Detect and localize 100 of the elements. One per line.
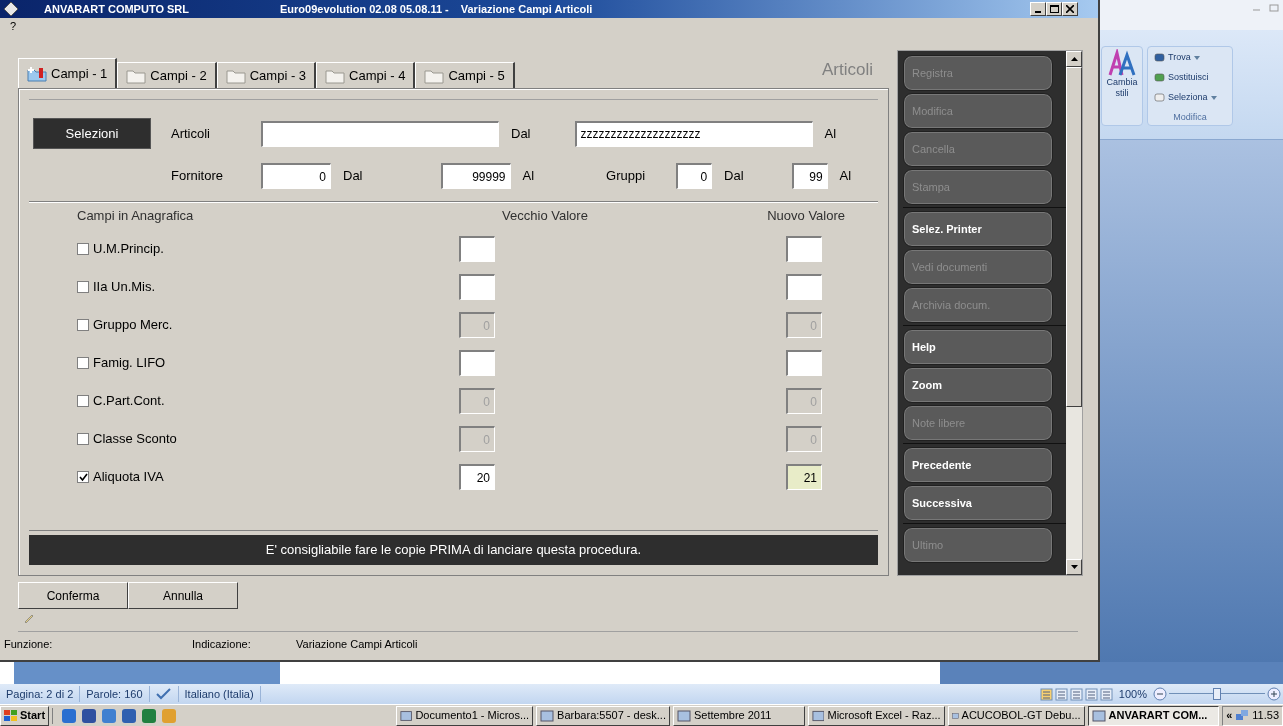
quick-launch-icon[interactable] — [141, 707, 158, 724]
close-button[interactable] — [1062, 2, 1078, 16]
label-text: Al — [839, 167, 852, 186]
text-field[interactable]: 0 — [676, 163, 713, 189]
tray-toggle[interactable]: « — [1226, 707, 1233, 724]
label-text: Indicazione: — [192, 636, 252, 652]
zoom-level: 100% — [1118, 686, 1147, 702]
field-label: Classe Sconto — [93, 430, 178, 449]
taskbar-task[interactable]: Documento1 - Micros... — [396, 705, 534, 726]
pencil-icon — [24, 613, 34, 623]
tab[interactable]: Campi - 2 — [117, 62, 217, 88]
zoom-slider[interactable] — [1169, 687, 1265, 701]
ribbon-item-icon — [1154, 72, 1165, 83]
sidebar-button[interactable]: Zoom — [903, 367, 1053, 403]
folder-bookmark-icon — [27, 65, 47, 82]
letters-icon — [1108, 49, 1136, 77]
label-text: Dal — [343, 167, 363, 186]
tab[interactable]: Campi - 3 — [216, 62, 317, 88]
view-mode-icon[interactable] — [1069, 687, 1083, 701]
action-button[interactable]: Conferma — [18, 582, 128, 609]
checkbox[interactable] — [77, 319, 89, 331]
taskbar-task[interactable]: Barbara:5507 - desk... — [536, 705, 670, 726]
text-field[interactable]: 99999 — [440, 163, 511, 189]
app-icon — [676, 708, 691, 723]
checkbox[interactable] — [77, 243, 89, 255]
taskbar-task[interactable]: ANVARART COM... — [1087, 705, 1220, 726]
group-label: Modifica — [1172, 111, 1208, 124]
taskbar-task[interactable]: Microsoft Excel - Raz... — [807, 705, 945, 726]
view-mode-icon[interactable] — [1084, 687, 1098, 701]
ribbon-button-label: Trova — [1168, 50, 1191, 64]
close-icon[interactable] — [1066, 5, 1074, 13]
text-field[interactable]: 99 — [791, 163, 828, 189]
minimize-button[interactable] — [1030, 2, 1046, 16]
checkbox[interactable] — [77, 357, 89, 369]
proofing-icon[interactable] — [155, 688, 172, 700]
quick-launch-icon[interactable] — [121, 707, 138, 724]
ribbon-button[interactable]: Sostituisci — [1154, 69, 1232, 86]
ribbon-button[interactable]: Trova — [1154, 49, 1232, 66]
text-field[interactable]: 0 — [261, 163, 331, 189]
checkbox[interactable] — [77, 395, 89, 407]
text-field[interactable]: 20 — [459, 464, 495, 490]
status-text: Parole: 160 — [80, 685, 150, 703]
view-mode-icon[interactable] — [1039, 687, 1053, 701]
field-label: U.M.Princip. — [93, 240, 165, 259]
scroll-up-icon[interactable] — [1070, 57, 1078, 61]
sidebar-button[interactable]: Help — [903, 329, 1053, 365]
sidebar-button[interactable]: Precedente — [903, 447, 1053, 483]
zoom-in-icon[interactable] — [1267, 687, 1281, 701]
text-field[interactable] — [459, 274, 495, 300]
text-field[interactable] — [786, 350, 822, 376]
label-text: Articoli — [171, 124, 211, 143]
text-field[interactable] — [261, 120, 499, 147]
text-field[interactable] — [459, 350, 495, 376]
help-menu[interactable]: ? — [10, 17, 17, 35]
quick-launch-icon[interactable] — [101, 707, 118, 724]
checkbox[interactable] — [77, 471, 89, 483]
text-field[interactable]: 21 — [786, 464, 822, 490]
label-text: Dal — [511, 124, 531, 143]
folder-icon — [126, 67, 147, 84]
diamond-icon — [4, 2, 18, 16]
clock: 11.53 — [1252, 708, 1279, 724]
field-label: Aliquota IVA — [93, 468, 165, 487]
app-icon — [540, 708, 555, 723]
taskbar-task[interactable]: ACUCOBOL-GT Debu... — [947, 705, 1085, 726]
ribbon-button-label: Seleziona — [1168, 90, 1208, 104]
label-text: Al — [522, 167, 535, 186]
sidebar-button[interactable]: Successiva — [903, 485, 1053, 521]
sidebar-button[interactable]: Selez. Printer — [903, 211, 1053, 247]
taskbar-task[interactable]: Settembre 2011 — [672, 705, 805, 726]
text-field[interactable] — [459, 236, 495, 262]
scroll-down-icon[interactable] — [1070, 565, 1078, 569]
maximize-button[interactable] — [1046, 2, 1062, 16]
ribbon-item-icon — [1154, 92, 1165, 103]
text-field[interactable]: zzzzzzzzzzzzzzzzzzzz — [574, 120, 813, 147]
zoom-out-icon[interactable] — [1153, 687, 1167, 701]
tab[interactable]: Campi - 1 — [18, 58, 118, 88]
ribbon-button[interactable]: Seleziona — [1154, 89, 1232, 106]
quick-launch-icon[interactable] — [81, 707, 98, 724]
start-button[interactable]: Start — [0, 705, 50, 726]
checkbox[interactable] — [77, 281, 89, 293]
tab[interactable]: Campi - 5 — [415, 62, 515, 88]
scrollbar[interactable] — [1066, 51, 1082, 575]
view-mode-icon[interactable] — [1054, 687, 1068, 701]
quick-launch-icon[interactable] — [61, 707, 78, 724]
tab[interactable]: Campi - 4 — [316, 62, 416, 88]
ribbon-item-icon — [1154, 52, 1165, 63]
folder-icon — [325, 67, 346, 84]
network-icon[interactable] — [1235, 708, 1250, 723]
field-label: Gruppo Merc. — [93, 316, 174, 335]
column-header: Campi in Anagrafica — [77, 207, 195, 226]
view-mode-icon[interactable] — [1099, 687, 1113, 701]
checkbox[interactable] — [77, 433, 89, 445]
selezioni-button[interactable]: Selezioni — [33, 118, 151, 149]
field-label: Famig. LIFO — [93, 354, 167, 373]
folder-icon — [424, 67, 445, 84]
text-field[interactable] — [786, 236, 822, 262]
label-text: Dal — [724, 167, 744, 186]
action-button[interactable]: Annulla — [128, 582, 238, 609]
text-field[interactable] — [786, 274, 822, 300]
label-text: Funzione: — [4, 636, 54, 652]
